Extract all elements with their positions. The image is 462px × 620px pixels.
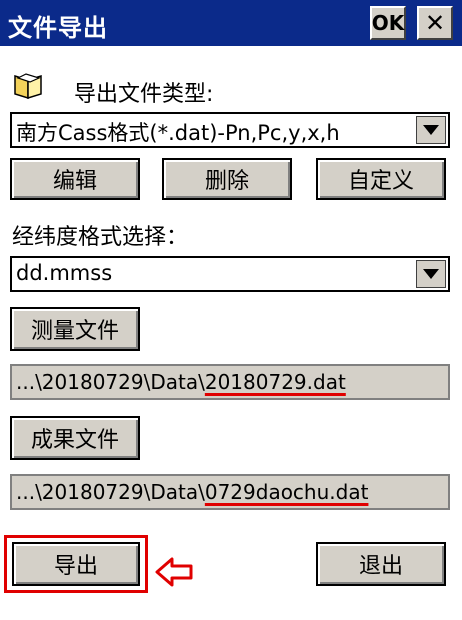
exit-button[interactable]: 退出 <box>316 542 446 586</box>
latlon-format-label: 经纬度格式选择： <box>12 225 189 250</box>
latlon-format-select[interactable]: dd.mmss <box>10 256 450 292</box>
title-bar: 文件导出 OK ✕ <box>0 0 462 46</box>
export-button[interactable]: 导出 <box>12 542 140 586</box>
ok-button[interactable]: OK <box>370 6 406 40</box>
close-button[interactable]: ✕ <box>417 6 453 40</box>
edit-button[interactable]: 编辑 <box>10 158 140 200</box>
book-icon <box>14 73 42 100</box>
export-type-select[interactable]: 南方Cass格式(*.dat)-Pn,Pc,y,x,h <box>10 112 450 148</box>
custom-button[interactable]: 自定义 <box>316 158 446 200</box>
chevron-down-icon[interactable] <box>416 260 446 288</box>
result-file-path: ...\20180729\Data\0729daochu.dat <box>10 474 450 510</box>
survey-file-name: 20180729.dat <box>204 370 346 394</box>
delete-button[interactable]: 删除 <box>162 158 292 200</box>
latlon-format-value: dd.mmss <box>16 261 113 285</box>
chevron-down-icon[interactable] <box>416 116 446 144</box>
survey-file-path: ...\20180729\Data\20180729.dat <box>10 364 450 400</box>
survey-path-prefix: ...\20180729\Data\ <box>16 370 205 394</box>
window-title: 文件导出 <box>8 14 108 42</box>
result-file-button[interactable]: 成果文件 <box>10 416 140 460</box>
result-file-name: 0729daochu.dat <box>204 480 369 504</box>
export-type-label: 导出文件类型: <box>74 82 214 107</box>
survey-file-button[interactable]: 测量文件 <box>10 307 140 351</box>
export-type-value: 南方Cass格式(*.dat)-Pn,Pc,y,x,h <box>16 121 340 145</box>
left-arrow-icon <box>155 557 193 587</box>
result-path-prefix: ...\20180729\Data\ <box>16 480 205 504</box>
